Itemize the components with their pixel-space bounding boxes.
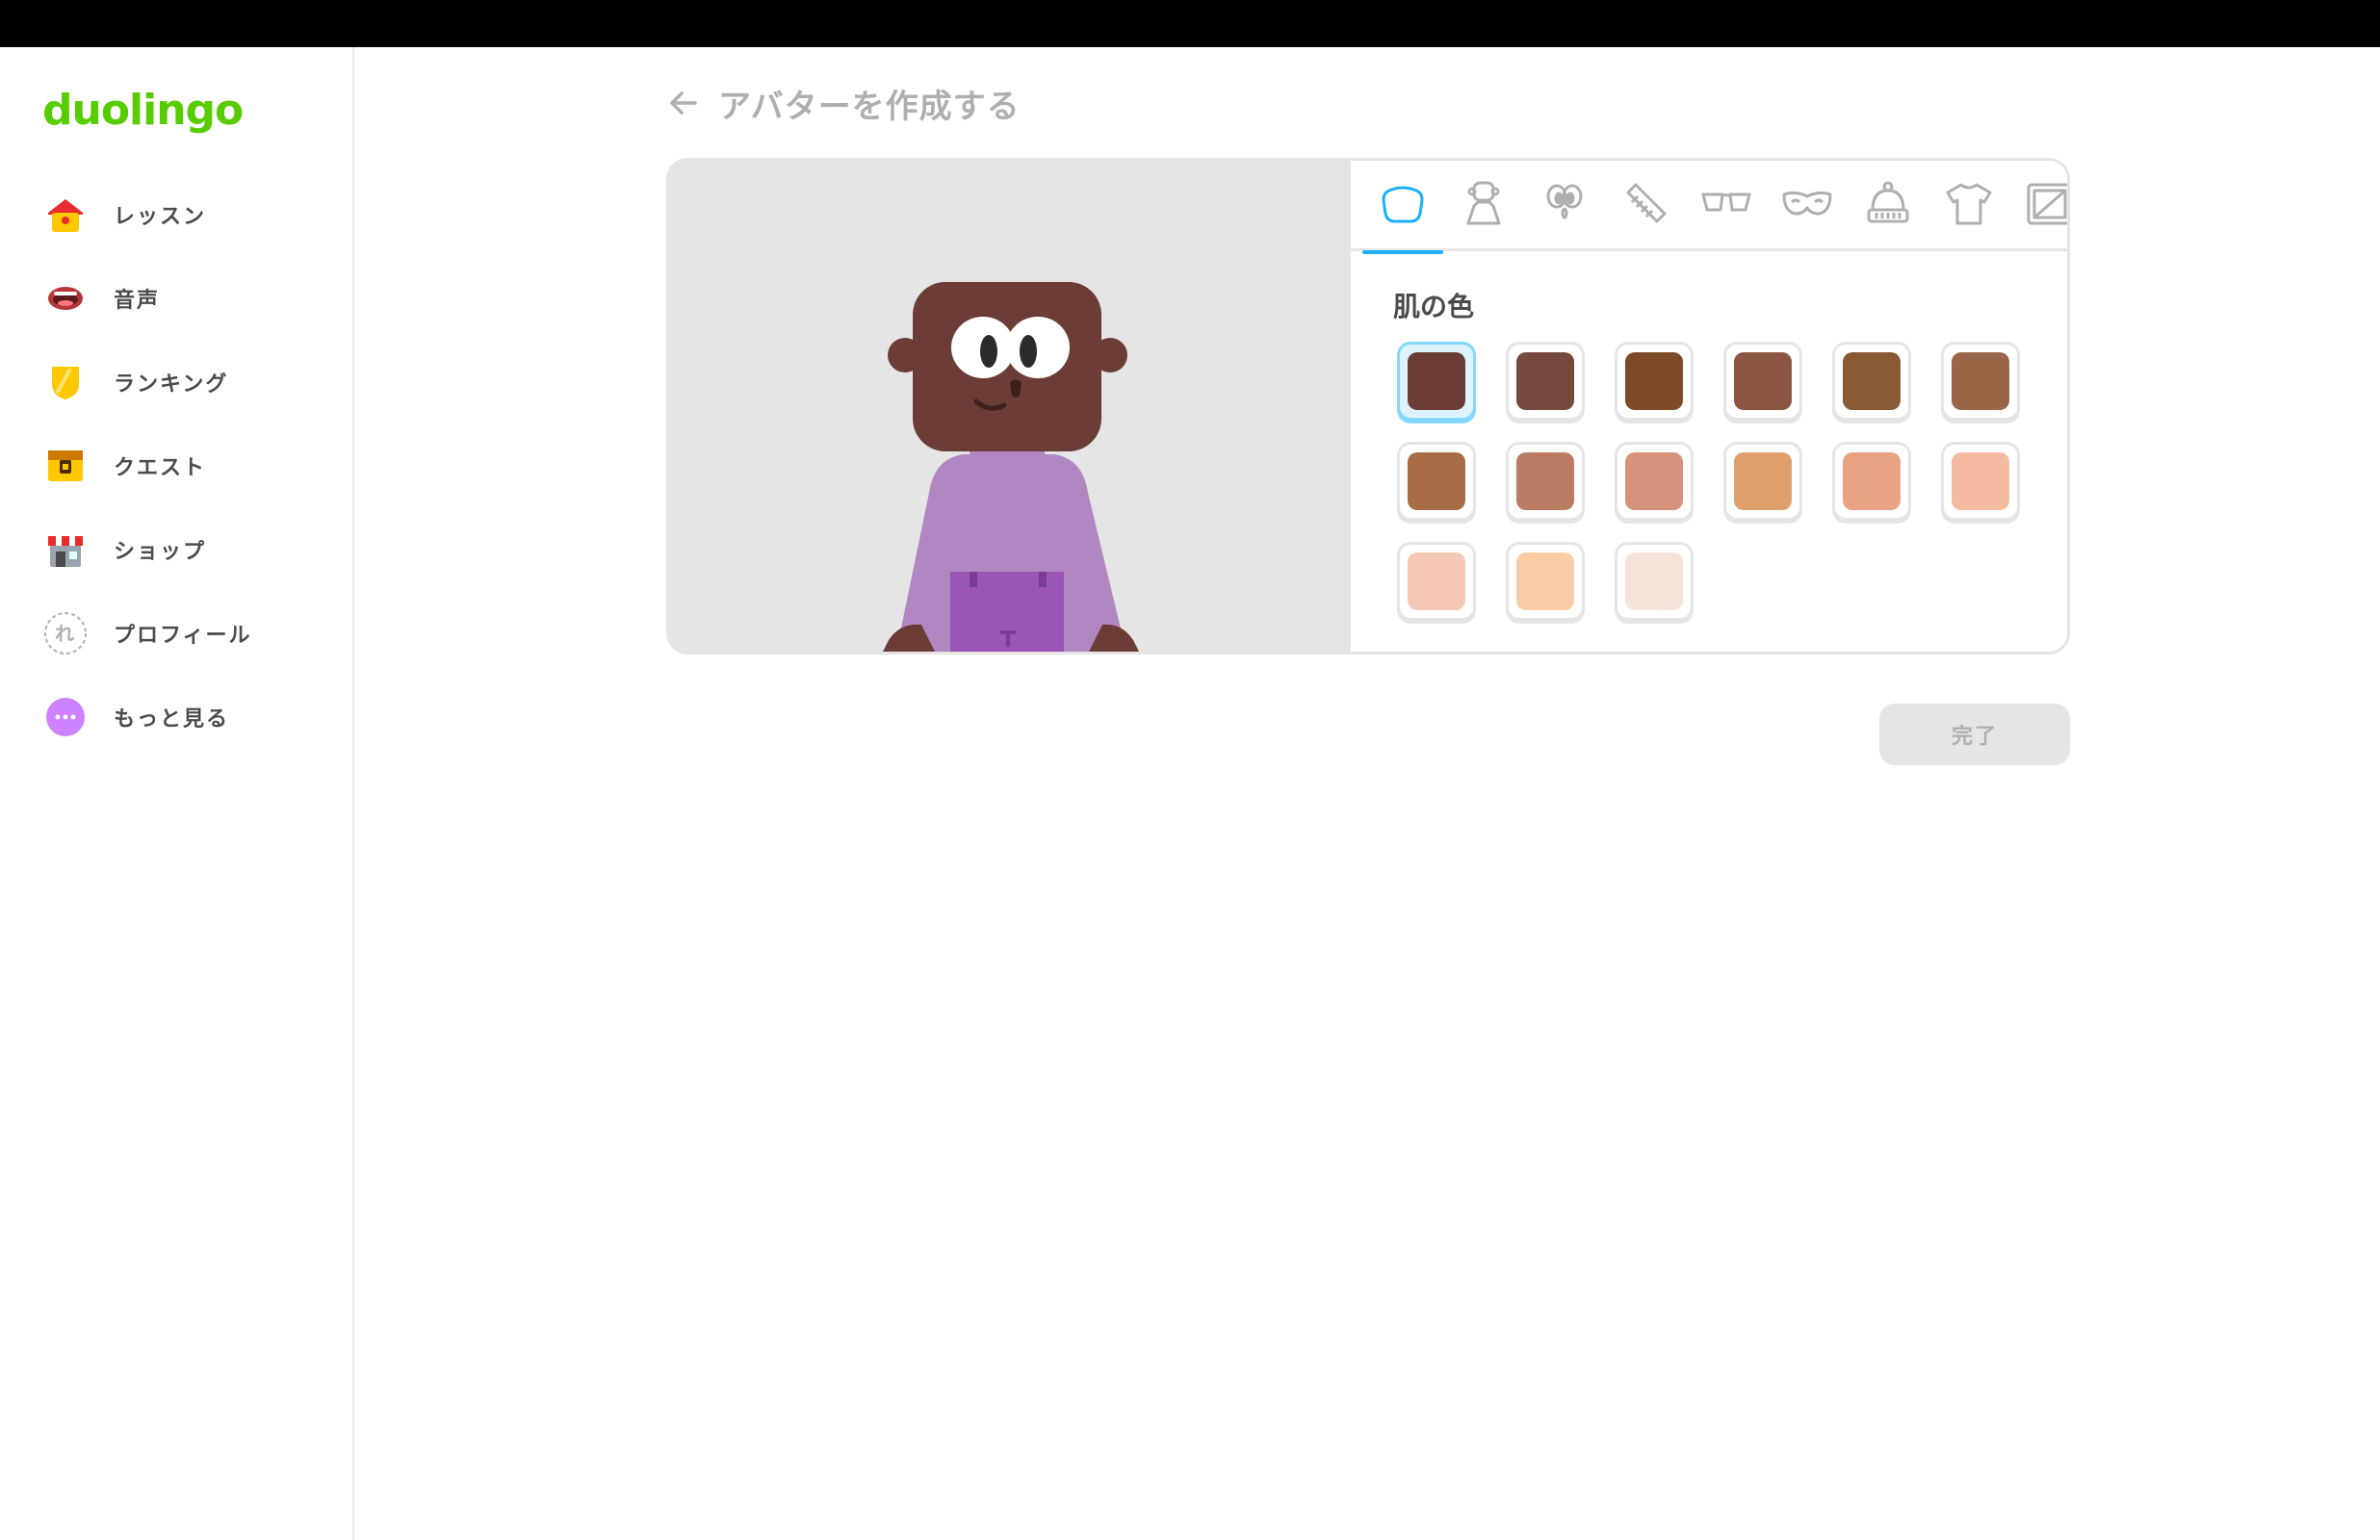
- skin-color-chip: [1843, 452, 1901, 510]
- sidebar-item-label: 音声: [114, 288, 161, 313]
- sidebar-item-quest[interactable]: クエスト: [0, 424, 354, 507]
- skin-color-swatch[interactable]: [1723, 342, 1802, 421]
- skin-color-swatch[interactable]: [1615, 442, 1694, 521]
- sidebar-item-ranking[interactable]: ランキング: [0, 340, 354, 424]
- sidebar: duolingo レッスン 音声 ランキング クエスト ショップ れ プロフィー…: [0, 47, 354, 1540]
- skin-color-swatch[interactable]: [1941, 442, 2020, 521]
- sidebar-item-lesson[interactable]: レッスン: [0, 172, 354, 256]
- skin-color-swatch[interactable]: [1506, 442, 1585, 521]
- window-top-bar: [0, 0, 2380, 47]
- duolingo-logo[interactable]: duolingo: [42, 86, 244, 135]
- mouth-icon: [42, 275, 89, 321]
- shield-icon: [42, 359, 89, 405]
- skin-color-chip: [1734, 452, 1792, 510]
- skin-color-chip: [1516, 552, 1574, 610]
- avatar-figure: [883, 282, 1139, 652]
- skin-color-swatch[interactable]: [1723, 442, 1802, 521]
- tab-face-shape[interactable]: [1362, 161, 1443, 254]
- done-button[interactable]: 完了: [1879, 704, 2070, 765]
- sidebar-item-profile[interactable]: れ プロフィール: [0, 591, 354, 675]
- comb-icon: [1618, 177, 1672, 235]
- skin-color-swatch[interactable]: [1615, 342, 1694, 421]
- skin-color-swatch[interactable]: [1506, 342, 1585, 421]
- avatar-preview: [669, 161, 1351, 652]
- skin-color-swatch[interactable]: [1615, 542, 1694, 621]
- sidebar-item-more[interactable]: もっと見る: [0, 675, 354, 758]
- tab-hat[interactable]: [1848, 161, 1928, 251]
- profile-avatar-icon: れ: [42, 610, 89, 656]
- skin-color-chip: [1408, 452, 1465, 510]
- skin-color-chip: [1843, 352, 1901, 410]
- background-icon: [2023, 177, 2067, 235]
- sidebar-item-shop[interactable]: ショップ: [0, 507, 354, 591]
- skin-color-chip: [1625, 452, 1683, 510]
- shop-icon: [42, 526, 89, 573]
- sidebar-item-label: レッスン: [114, 204, 207, 229]
- skin-color-swatch[interactable]: [1832, 442, 1911, 521]
- sidebar-item-label: もっと見る: [114, 706, 230, 732]
- sidebar-item-label: クエスト: [114, 455, 207, 480]
- tab-eyes[interactable]: [1524, 161, 1605, 251]
- face-shape-icon: [1376, 177, 1430, 235]
- home-icon: [42, 192, 89, 238]
- skin-color-swatch[interactable]: [1941, 342, 2020, 421]
- skin-color-chip: [1952, 452, 2009, 510]
- eyes-icon: [1538, 177, 1591, 235]
- skin-color-chip: [1625, 552, 1683, 610]
- editor-tabs: [1348, 161, 2067, 254]
- avatar-editor: 肌の色: [666, 158, 2070, 654]
- more-icon: [42, 694, 89, 740]
- skin-color-grid: [1397, 342, 2067, 621]
- tab-hair[interactable]: [1605, 161, 1686, 251]
- back-arrow-icon[interactable]: [664, 84, 703, 122]
- treasure-chest-icon: [42, 443, 89, 489]
- sidebar-item-audio[interactable]: 音声: [0, 256, 354, 340]
- svg-text:れ: れ: [55, 622, 76, 645]
- skin-color-swatch[interactable]: [1397, 342, 1476, 421]
- hat-icon: [1861, 177, 1915, 235]
- tab-mask[interactable]: [1767, 161, 1848, 251]
- skin-color-swatch[interactable]: [1832, 342, 1911, 421]
- page-header: アバターを作成する: [664, 79, 1021, 127]
- glasses-icon: [1699, 177, 1753, 235]
- sidebar-item-label: プロフィール: [114, 623, 252, 648]
- skin-color-swatch[interactable]: [1397, 542, 1476, 621]
- skin-color-swatch[interactable]: [1397, 442, 1476, 521]
- tab-shirt[interactable]: [1928, 161, 2009, 251]
- skin-color-chip: [1625, 352, 1683, 410]
- skin-color-chip: [1408, 352, 1465, 410]
- mask-icon: [1780, 177, 1834, 235]
- section-title-skin-color: 肌の色: [1393, 291, 1475, 322]
- skin-color-swatch[interactable]: [1506, 542, 1585, 621]
- skin-color-chip: [1408, 552, 1465, 610]
- tab-background[interactable]: [2009, 161, 2067, 251]
- tab-glasses[interactable]: [1686, 161, 1767, 251]
- sidebar-nav: レッスン 音声 ランキング クエスト ショップ れ プロフィール もっと見る: [0, 172, 354, 758]
- skin-color-chip: [1734, 352, 1792, 410]
- sidebar-item-label: ショップ: [114, 539, 207, 564]
- tab-body[interactable]: [1443, 161, 1524, 251]
- body-icon: [1457, 177, 1511, 235]
- page-title: アバターを作成する: [718, 87, 1021, 126]
- shirt-icon: [1942, 177, 1996, 235]
- skin-color-chip: [1952, 352, 2009, 410]
- skin-color-chip: [1516, 452, 1574, 510]
- sidebar-item-label: ランキング: [114, 372, 229, 397]
- skin-color-chip: [1516, 352, 1574, 410]
